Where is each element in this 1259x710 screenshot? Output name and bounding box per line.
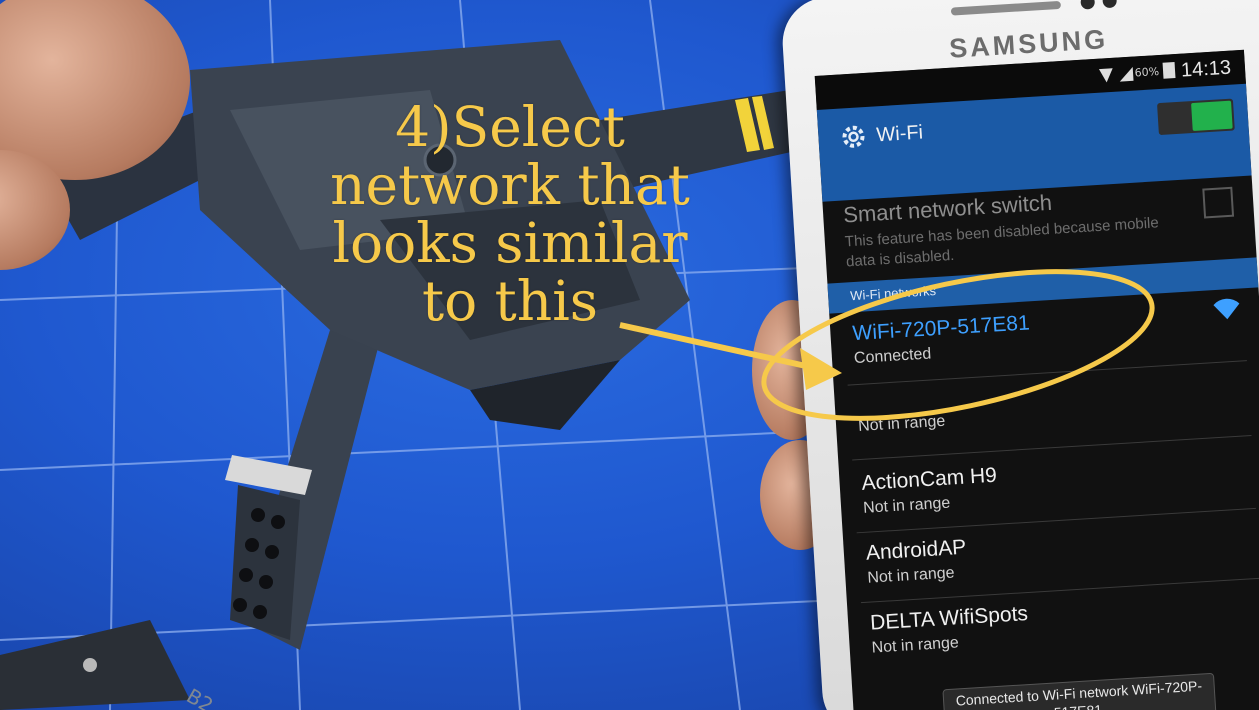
- photo-scene: B2 SAMSUNG ▼ ◢ 60% 14:13 Wi-Fi Smart net…: [0, 0, 1259, 710]
- connected-toast: Connected to Wi-Fi network WiFi-720P-517…: [942, 672, 1217, 710]
- battery-icon: [1162, 62, 1176, 79]
- network-status: Not in range: [857, 412, 946, 436]
- network-name: ActionCam H9: [860, 463, 998, 495]
- wifi-status-icon: ▼: [1098, 63, 1114, 86]
- arm-label: B2: [183, 684, 218, 710]
- network-item[interactable]: AndroidAP Not in range: [865, 536, 968, 588]
- network-item[interactable]: ActionCam H9 Not in range: [861, 464, 999, 518]
- caption-line: network that: [330, 153, 690, 217]
- network-item[interactable]: DELTA WifiSpots Not in range: [870, 602, 1030, 658]
- divider: [852, 435, 1252, 461]
- signal-icon: ◢: [1118, 62, 1134, 85]
- caption-line: looks similar: [332, 211, 688, 275]
- wifi-toggle[interactable]: [1157, 98, 1235, 136]
- phone-screen: ▼ ◢ 60% 14:13 Wi-Fi Smart network switch…: [814, 49, 1259, 710]
- smart-switch-checkbox[interactable]: [1202, 186, 1235, 219]
- battery-percent: 60%: [1134, 65, 1160, 80]
- screen-title: Wi-Fi: [875, 121, 924, 147]
- status-time: 14:13: [1180, 56, 1232, 82]
- section-header-label: Wi-Fi networks: [849, 283, 937, 304]
- network-name: AndroidAP: [865, 535, 967, 565]
- caption-line: to this: [421, 269, 599, 333]
- network-status: Not in range: [866, 564, 955, 587]
- toggle-knob: [1191, 100, 1233, 132]
- gear-icon[interactable]: [840, 123, 868, 151]
- network-item[interactable]: Not in range: [857, 409, 946, 436]
- wifi-signal-icon: [1213, 298, 1240, 320]
- network-status: Not in range: [862, 494, 951, 517]
- sensor: [1102, 0, 1118, 9]
- network-item[interactable]: WiFi-720P-517E81 Connected: [852, 311, 1032, 368]
- front-camera: [1080, 0, 1096, 10]
- instruction-caption: 4)Select network that looks similar to t…: [300, 98, 720, 330]
- caption-line: 4)Select: [395, 95, 625, 159]
- speaker-grille: [950, 0, 1062, 16]
- samsung-phone: SAMSUNG ▼ ◢ 60% 14:13 Wi-Fi Smart networ…: [780, 0, 1259, 710]
